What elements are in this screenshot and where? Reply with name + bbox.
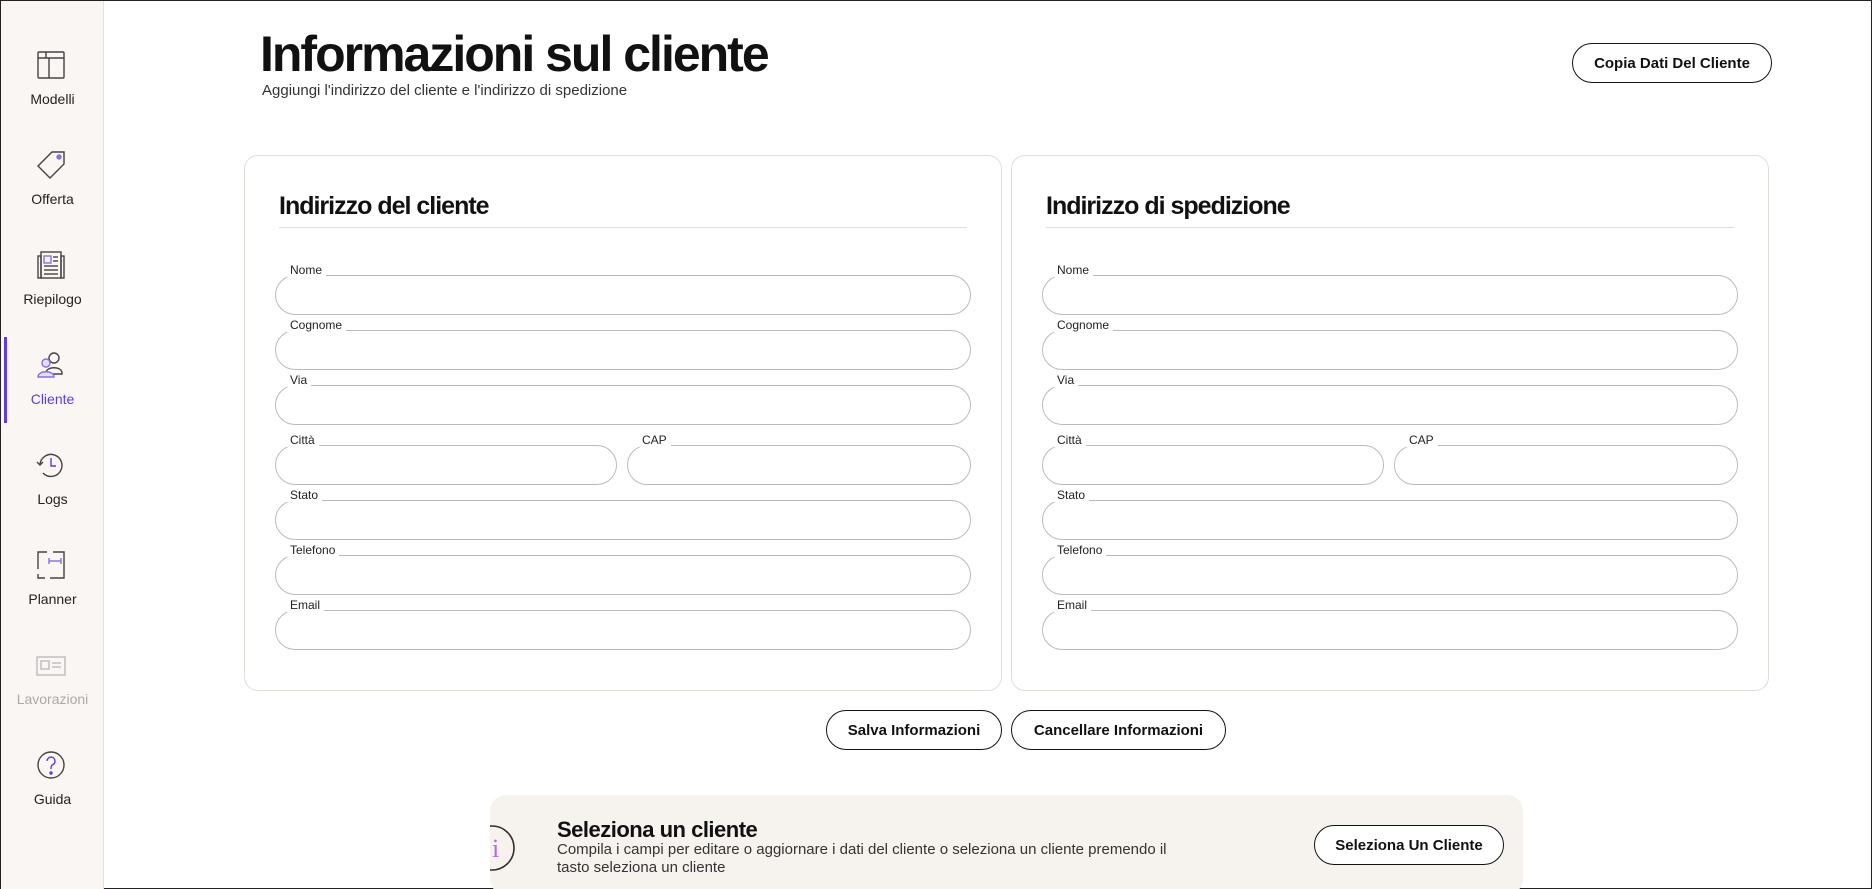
page-subtitle: Aggiungi l'indirizzo del cliente e l'ind…: [262, 82, 628, 99]
field-label: Città: [286, 433, 319, 447]
help-circle-icon: [37, 751, 65, 779]
id-card-icon: [36, 656, 66, 676]
page-title: Informazioni sul cliente: [260, 26, 770, 82]
customer-nome-input[interactable]: [290, 284, 956, 306]
field-label: Telefono: [1053, 543, 1107, 557]
sidebar-item-label: Guida: [33, 791, 72, 807]
card-title: Indirizzo del cliente: [279, 192, 490, 220]
customer-telefono-input[interactable]: [290, 564, 956, 586]
customer-email-input[interactable]: [290, 619, 956, 641]
customer-nome-field: Nome: [275, 263, 971, 315]
shipping-stato-input[interactable]: [1057, 509, 1723, 531]
customer-stato-input[interactable]: [290, 509, 956, 531]
field-label: Nome: [1053, 263, 1094, 277]
customer-citta-field: Città: [275, 433, 617, 485]
sidebar-item-planner[interactable]: Planner: [1, 501, 104, 607]
select-client-banner: i Seleziona un cliente Compila i campi p…: [490, 795, 1523, 889]
customer-cognome-input[interactable]: [290, 339, 956, 361]
field-label: Stato: [1053, 488, 1090, 502]
clear-info-button[interactable]: Cancellare Informazioni: [1011, 710, 1226, 750]
customer-via-input[interactable]: [290, 394, 956, 416]
divider: [1046, 227, 1734, 228]
info-icon-glyph: i: [492, 834, 499, 863]
shipping-telefono-input[interactable]: [1057, 564, 1723, 586]
shipping-email-input[interactable]: [1057, 619, 1723, 641]
sidebar-item-modelli[interactable]: Modelli: [1, 1, 104, 107]
layout-template-icon: [37, 51, 65, 79]
field-label: Cognome: [1053, 318, 1114, 332]
field-label: Via: [286, 373, 312, 387]
shipping-citta-field: Città: [1042, 433, 1384, 485]
field-label: Cognome: [286, 318, 347, 332]
field-label: CAP: [638, 433, 671, 447]
info-icon: i: [490, 825, 515, 871]
sidebar-item-riepilogo[interactable]: Riepilogo: [1, 201, 104, 307]
shipping-nome-input[interactable]: [1057, 284, 1723, 306]
save-info-button[interactable]: Salva Informazioni: [826, 710, 1002, 750]
sidebar-item-offerta[interactable]: Offerta: [1, 101, 104, 207]
sidebar-item-lavorazioni[interactable]: Lavorazioni: [1, 601, 104, 707]
shipping-address-card: Indirizzo di spedizione Nome Cognome Via…: [1011, 155, 1769, 691]
field-label: Email: [286, 598, 325, 612]
sidebar: Modelli Offerta Riepilogo Cliente Logs P…: [1, 1, 104, 889]
shipping-citta-input[interactable]: [1057, 454, 1369, 476]
field-label: CAP: [1405, 433, 1438, 447]
shipping-telefono-field: Telefono: [1042, 543, 1738, 595]
sidebar-item-guida[interactable]: Guida: [1, 701, 104, 807]
shipping-email-field: Email: [1042, 598, 1738, 650]
field-label: Nome: [286, 263, 327, 277]
floor-plan-icon: [37, 551, 65, 579]
select-client-button[interactable]: Seleziona Un Cliente: [1314, 825, 1504, 865]
customer-cap-input[interactable]: [642, 454, 956, 476]
divider: [279, 227, 967, 228]
sidebar-item-logs[interactable]: Logs: [1, 401, 104, 507]
sidebar-item-cliente[interactable]: Cliente: [1, 301, 104, 423]
field-label: Via: [1053, 373, 1079, 387]
shipping-nome-field: Nome: [1042, 263, 1738, 315]
price-tag-icon: [37, 151, 65, 179]
customer-cognome-field: Cognome: [275, 318, 971, 370]
copy-customer-data-button[interactable]: Copia Dati Del Cliente: [1572, 43, 1772, 83]
shipping-cap-field: CAP: [1394, 433, 1738, 485]
shipping-via-field: Via: [1042, 373, 1738, 425]
card-title: Indirizzo di spedizione: [1046, 192, 1291, 220]
customer-stato-field: Stato: [275, 488, 971, 540]
shipping-cognome-input[interactable]: [1057, 339, 1723, 361]
banner-title: Seleziona un cliente: [557, 817, 758, 842]
shipping-stato-field: Stato: [1042, 488, 1738, 540]
field-label: Telefono: [286, 543, 340, 557]
customer-address-card: Indirizzo del cliente Nome Cognome Via C…: [244, 155, 1002, 691]
shipping-cap-input[interactable]: [1409, 454, 1723, 476]
customer-telefono-field: Telefono: [275, 543, 971, 595]
field-label: Stato: [286, 488, 323, 502]
customer-via-field: Via: [275, 373, 971, 425]
customer-cap-field: CAP: [627, 433, 971, 485]
banner-text: Compila i campi per editare o aggiornare…: [557, 841, 1167, 876]
field-label: Città: [1053, 433, 1086, 447]
history-clock-icon: [36, 453, 63, 478]
customer-email-field: Email: [275, 598, 971, 650]
customer-citta-input[interactable]: [290, 454, 602, 476]
shipping-via-input[interactable]: [1057, 394, 1723, 416]
users-icon: [37, 352, 63, 378]
document-summary-icon: [37, 251, 65, 279]
shipping-cognome-field: Cognome: [1042, 318, 1738, 370]
field-label: Email: [1053, 598, 1092, 612]
